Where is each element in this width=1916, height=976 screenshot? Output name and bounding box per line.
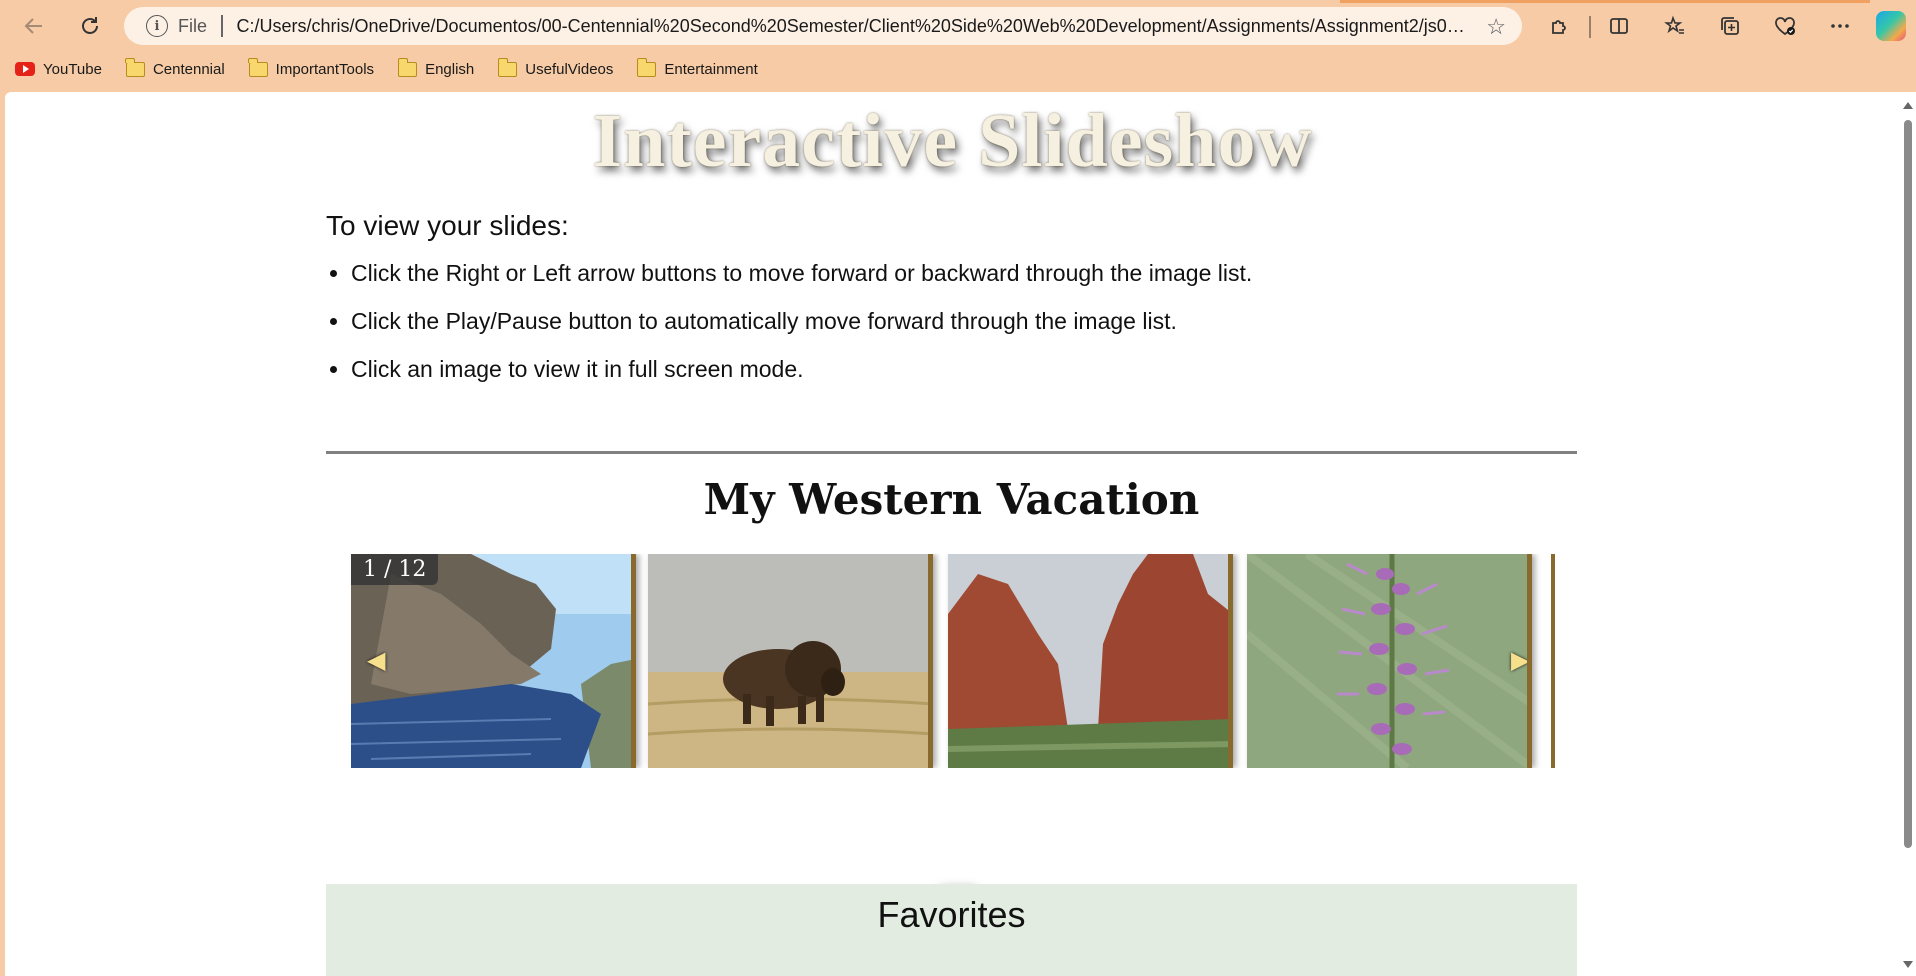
browser-essentials-icon[interactable] <box>1767 10 1803 42</box>
section-divider <box>326 451 1577 454</box>
back-button[interactable] <box>16 10 52 42</box>
info-icon[interactable]: i <box>146 15 168 37</box>
scroll-thumb[interactable] <box>1904 120 1912 848</box>
slide-image-1[interactable]: 1 / 12 ◀ <box>351 554 636 768</box>
bookmark-folder-centennial[interactable]: Centennial <box>121 55 230 83</box>
previous-arrow-icon[interactable]: ◀ <box>367 646 385 675</box>
instruction-item: Click an image to view it in full screen… <box>351 356 1580 382</box>
slide-image-4[interactable]: ▶ <box>1247 554 1532 768</box>
refresh-button[interactable] <box>72 10 108 42</box>
scheme-label: File <box>178 15 208 36</box>
instruction-item: Click the Right or Left arrow buttons to… <box>351 260 1580 286</box>
scroll-up-icon[interactable] <box>1903 102 1913 109</box>
bookmark-folder-usefulvideos[interactable]: UsefulVideos <box>493 55 618 83</box>
copilot-icon[interactable] <box>1876 11 1906 41</box>
youtube-icon <box>15 62 35 76</box>
next-arrow-icon[interactable]: ▶ <box>1511 646 1527 675</box>
bookmark-folder-entertainment[interactable]: Entertainment <box>632 55 762 83</box>
instruction-item: Click the Play/Pause button to automatic… <box>351 308 1580 334</box>
bookmark-folder-importanttools[interactable]: ImportantTools <box>244 55 379 83</box>
url-text[interactable]: C:/Users/chris/OneDrive/Documentos/00-Ce… <box>237 16 1467 37</box>
extensions-icon[interactable] <box>1541 10 1577 42</box>
favorites-section: Favorites <box>326 884 1577 976</box>
folder-icon <box>248 57 268 77</box>
back-arrow-icon <box>24 18 42 34</box>
more-menu-icon[interactable] <box>1822 10 1858 42</box>
folder-icon <box>397 57 418 77</box>
slide-image-2[interactable] <box>648 554 933 768</box>
bookmark-folder-english[interactable]: English <box>393 55 479 83</box>
page-title: Interactive Slideshow <box>592 99 1313 183</box>
folder-icon <box>636 57 657 77</box>
favorite-star-icon[interactable]: ☆ <box>1486 14 1506 40</box>
slideshow-title: My Western Vacation <box>703 475 1200 524</box>
slide-counter: 1 / 12 <box>351 554 439 585</box>
bookmark-label: YouTube <box>43 60 102 78</box>
vertical-scrollbar[interactable] <box>1900 92 1916 976</box>
favorites-icon[interactable] <box>1657 10 1693 42</box>
bookmark-label: Entertainment <box>664 60 758 78</box>
refresh-icon <box>82 17 98 34</box>
slide-image-5[interactable] <box>1551 554 1555 768</box>
bookmark-label: Centennial <box>152 60 225 78</box>
bookmark-youtube[interactable]: YouTube <box>10 55 107 83</box>
page-viewport: Interactive Slideshow To view your slide… <box>5 92 1900 976</box>
favorites-heading: Favorites <box>877 894 1026 935</box>
split-screen-icon[interactable] <box>1601 10 1637 42</box>
collections-icon[interactable] <box>1712 10 1748 42</box>
bookmark-label: UsefulVideos <box>525 60 614 78</box>
instructions-list: Click the Right or Left arrow buttons to… <box>326 260 1580 382</box>
toolbar-divider <box>1589 16 1591 38</box>
instructions: To view your slides: Click the Right or … <box>326 210 1580 404</box>
folder-icon <box>125 57 145 77</box>
bookmarks-bar: YouTube Centennial ImportantTools Englis… <box>0 52 1916 86</box>
tab-accent <box>1340 0 1870 3</box>
scroll-down-icon[interactable] <box>1903 961 1913 968</box>
bookmark-label: English <box>425 60 475 78</box>
browser-titlebar: i File C:/Users/chris/OneDrive/Documento… <box>0 0 1916 52</box>
slideshow-strip: 1 / 12 ◀ ▶ <box>351 554 1555 768</box>
address-bar[interactable]: i File C:/Users/chris/OneDrive/Documento… <box>124 7 1522 45</box>
instructions-heading: To view your slides: <box>326 210 569 241</box>
bookmark-label: ImportantTools <box>275 60 375 78</box>
address-separator <box>221 15 223 37</box>
slide-image-3[interactable] <box>948 554 1233 768</box>
folder-icon <box>497 57 518 77</box>
